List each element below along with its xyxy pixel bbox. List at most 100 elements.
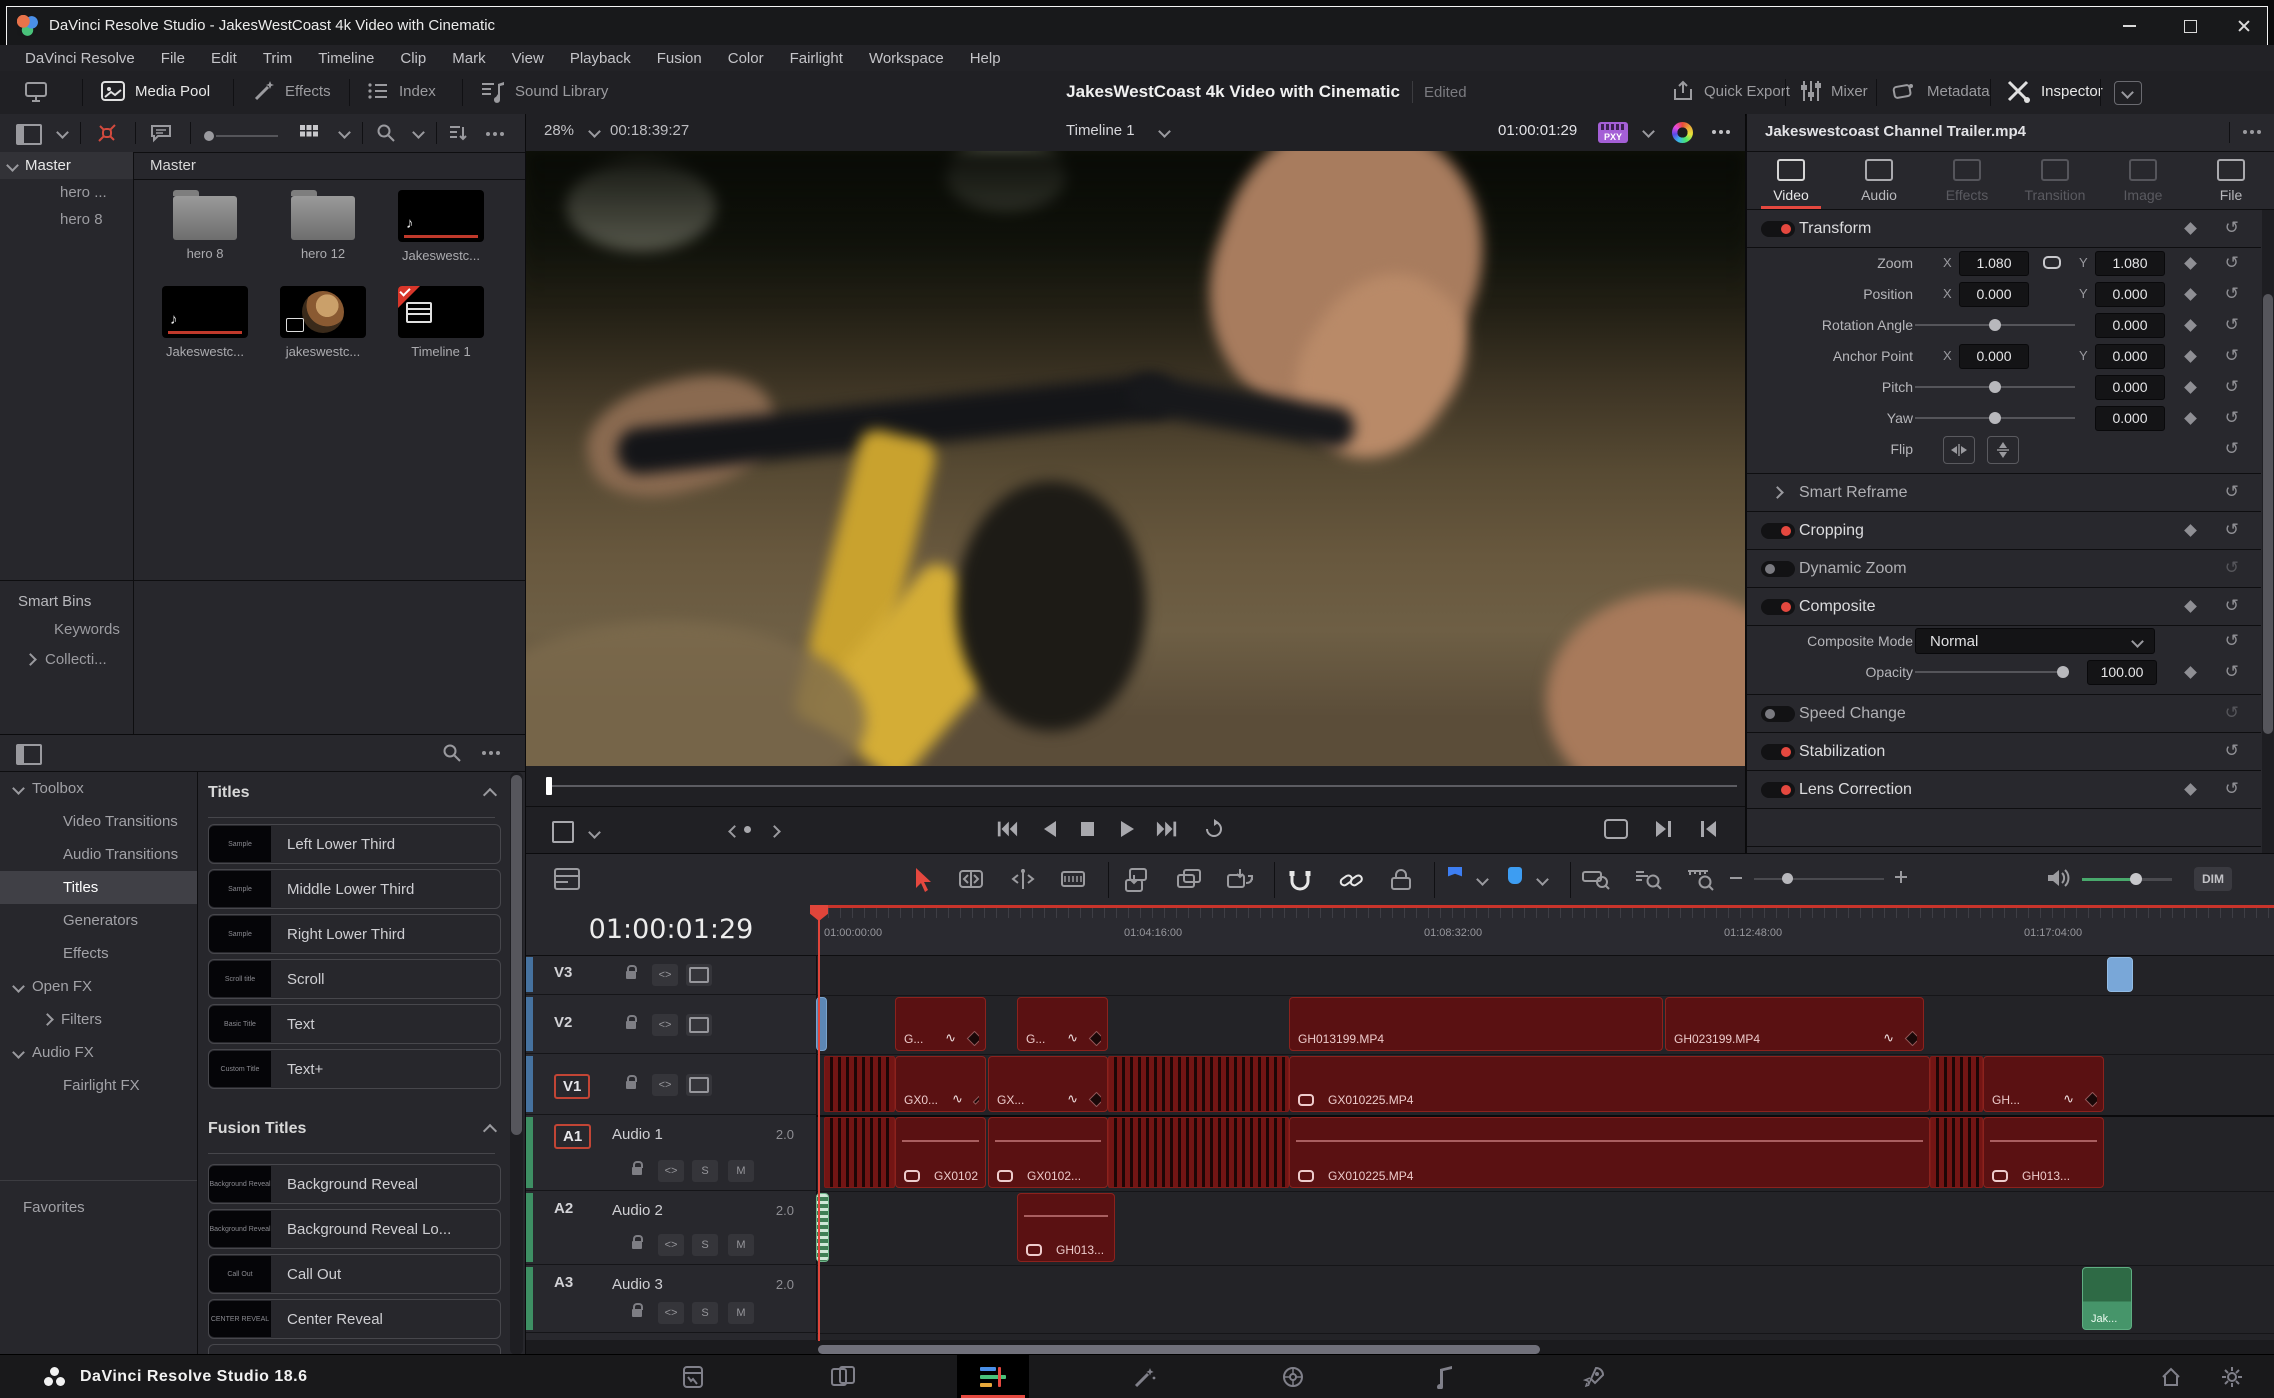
reset-icon[interactable]: ↺	[2225, 596, 2239, 616]
timeline-zoom-slider[interactable]	[1754, 878, 1884, 880]
inspector-button[interactable]: Inspector	[2006, 79, 2103, 103]
flag-icon[interactable]	[1448, 867, 1462, 884]
track-lane-v1[interactable]: GX0...∿GX...∿GX010225.MP4GH...∿	[816, 1054, 2274, 1117]
media-item-hero-8-0[interactable]: hero 8	[150, 188, 260, 261]
flip-vertical-button[interactable]	[1987, 436, 2019, 464]
position-lock-icon[interactable]	[1388, 867, 1414, 893]
close-button[interactable]	[2221, 7, 2267, 43]
search-icon[interactable]	[376, 123, 396, 143]
overwrite-clip-icon[interactable]	[1176, 867, 1202, 893]
bin-tree-item-master[interactable]: Master	[0, 152, 133, 179]
reset-icon[interactable]: ↺	[2225, 703, 2239, 723]
viewer-overlay-tool-icon[interactable]	[552, 821, 574, 843]
resolve-fx-icon[interactable]	[1672, 122, 1693, 143]
bin-tree-item-hero-8[interactable]: hero 8	[0, 206, 133, 233]
menu-trim[interactable]: Trim	[250, 50, 305, 67]
loop-icon[interactable]	[1204, 819, 1224, 839]
timeline-clip-gh-12[interactable]: GH...∿	[1983, 1056, 2104, 1112]
timeline-clip-stripes-9[interactable]	[1108, 1056, 1289, 1112]
reset-icon[interactable]: ↺	[2225, 408, 2239, 428]
zoom-detail-icon[interactable]	[1634, 867, 1662, 891]
fusion-titles-section-header[interactable]: Fusion Titles	[208, 1120, 495, 1138]
dynamic-trim-mode-icon[interactable]	[1010, 867, 1036, 891]
marker-chevron[interactable]	[1536, 873, 1549, 886]
blade-edit-mode-icon[interactable]	[1060, 867, 1086, 891]
match-frame-icon[interactable]	[1700, 819, 1718, 839]
keyframe-diamond-icon[interactable]	[2184, 381, 2197, 394]
timeline-clip-gh013-19[interactable]: GH013...	[1983, 1117, 2104, 1188]
prev-keyframe-icon[interactable]	[728, 825, 741, 838]
timeline-clip-gh013-21[interactable]: GH013...	[1017, 1193, 1115, 1262]
timeline-zoom-knob[interactable]	[1782, 873, 1793, 884]
keyframe-diamond-icon[interactable]	[2184, 783, 2197, 796]
auto-select-icon[interactable]: <>	[658, 1302, 684, 1324]
timeline-clip-gx0-7[interactable]: GX0...∿	[895, 1056, 986, 1112]
goto-end-icon[interactable]	[1156, 819, 1178, 839]
media-item-timeline-1-5[interactable]: Timeline 1	[386, 284, 496, 359]
quick-export-button[interactable]: Quick Export	[1671, 79, 1790, 103]
keyframe-diamond-icon[interactable]	[2184, 524, 2197, 537]
reset-icon[interactable]: ↺	[2225, 439, 2239, 459]
track-header-v1[interactable]: V1<>	[526, 1054, 816, 1115]
section-enable-toggle[interactable]	[1761, 561, 1795, 577]
section-enable-toggle[interactable]	[1761, 706, 1795, 722]
timeline-clip-gx010225-mp4-10[interactable]: GX010225.MP4	[1289, 1056, 1930, 1112]
track-lane-a3[interactable]: Jak...	[816, 1265, 2274, 1334]
track-header-v3[interactable]: V3<>	[526, 955, 816, 995]
index-toggle[interactable]: Index	[366, 79, 436, 103]
grid-view-chevron[interactable]	[338, 126, 351, 139]
clip-comments-icon[interactable]	[150, 123, 172, 143]
effects-search-icon[interactable]	[442, 743, 462, 763]
track-lane-a1[interactable]: GX0102...GX0102...GX010225.MP4GH013...	[816, 1115, 2274, 1192]
media-item-jakeswestc-4[interactable]: jakeswestc...	[268, 284, 378, 359]
relink-media-icon[interactable]	[96, 122, 118, 144]
track-id-v1[interactable]: V1	[554, 1074, 590, 1099]
effects-tree-item-audio-fx[interactable]: Audio FX	[0, 1036, 197, 1069]
inspector-tab-image[interactable]: Image	[2099, 151, 2187, 209]
page-fairlight-button[interactable]	[1409, 1355, 1481, 1398]
menu-davinci-resolve[interactable]: DaVinci Resolve	[12, 50, 148, 67]
menu-fusion[interactable]: Fusion	[644, 50, 715, 67]
fusion-title-effect-background-reveal[interactable]: Background RevealBackground Reveal	[208, 1164, 501, 1204]
selection-mode-icon[interactable]	[912, 867, 932, 893]
viewer-timeline-name[interactable]: Timeline 1	[1066, 122, 1135, 139]
section-enable-toggle[interactable]	[1761, 599, 1795, 615]
timeline-clip-stripes-18[interactable]	[1930, 1117, 1983, 1188]
timeline-clip-gh023199-mp4-5[interactable]: GH023199.MP4∿	[1665, 997, 1924, 1051]
page-fusion-button[interactable]	[1109, 1355, 1181, 1398]
effects-toggle[interactable]: Effects	[252, 79, 331, 103]
section-enable-toggle[interactable]	[1761, 782, 1795, 798]
media-pool-toggle[interactable]: Media Pool	[100, 79, 210, 103]
opacity-slider[interactable]	[1915, 671, 2065, 673]
track-lane-a2[interactable]: GH013...	[816, 1191, 2274, 1266]
effects-tree-item-toolbox[interactable]: Toolbox	[0, 772, 197, 805]
timeline-clip-blueclip-0[interactable]	[2107, 957, 2133, 992]
param-slider-knob[interactable]	[1989, 412, 2001, 424]
inspector-scrollbar-thumb[interactable]	[2263, 294, 2273, 734]
keyframe-diamond-icon[interactable]	[2184, 666, 2197, 679]
section-header-speed-change[interactable]: Speed Change↺	[1747, 695, 2261, 733]
media-item-jakeswestc-3[interactable]: ♪Jakeswestc...	[150, 284, 260, 359]
search-chevron[interactable]	[412, 126, 425, 139]
param-slider[interactable]	[1915, 324, 2075, 326]
timeline-clip-stripes-13[interactable]	[824, 1117, 895, 1188]
timeline-hscrollbar-thumb[interactable]	[818, 1345, 1540, 1354]
track-id-a3[interactable]: A3	[554, 1274, 573, 1291]
track-id-v2[interactable]: V2	[554, 1014, 572, 1031]
bin-breadcrumb[interactable]: Master	[134, 152, 525, 180]
menu-edit[interactable]: Edit	[198, 50, 250, 67]
collapse-section-icon[interactable]	[483, 788, 497, 802]
track-id-a2[interactable]: A2	[554, 1200, 573, 1217]
media-item-jakeswestc-2[interactable]: ♪Jakeswestc...	[386, 188, 496, 263]
goto-start-icon[interactable]	[996, 819, 1018, 839]
replace-clip-icon[interactable]	[1226, 867, 1254, 893]
keyframe-diamond-icon[interactable]	[2184, 412, 2197, 425]
param-y-input[interactable]: 0.000	[2095, 282, 2165, 307]
section-header-composite[interactable]: Composite↺	[1747, 588, 2261, 626]
solo-button[interactable]: S	[692, 1160, 718, 1182]
effects-tree-item-titles[interactable]: Titles	[0, 871, 197, 904]
marker-icon[interactable]	[1508, 867, 1522, 884]
zoom-full-extent-icon[interactable]	[1582, 867, 1610, 891]
menu-file[interactable]: File	[148, 50, 198, 67]
zoom-custom-icon[interactable]	[1686, 867, 1714, 891]
